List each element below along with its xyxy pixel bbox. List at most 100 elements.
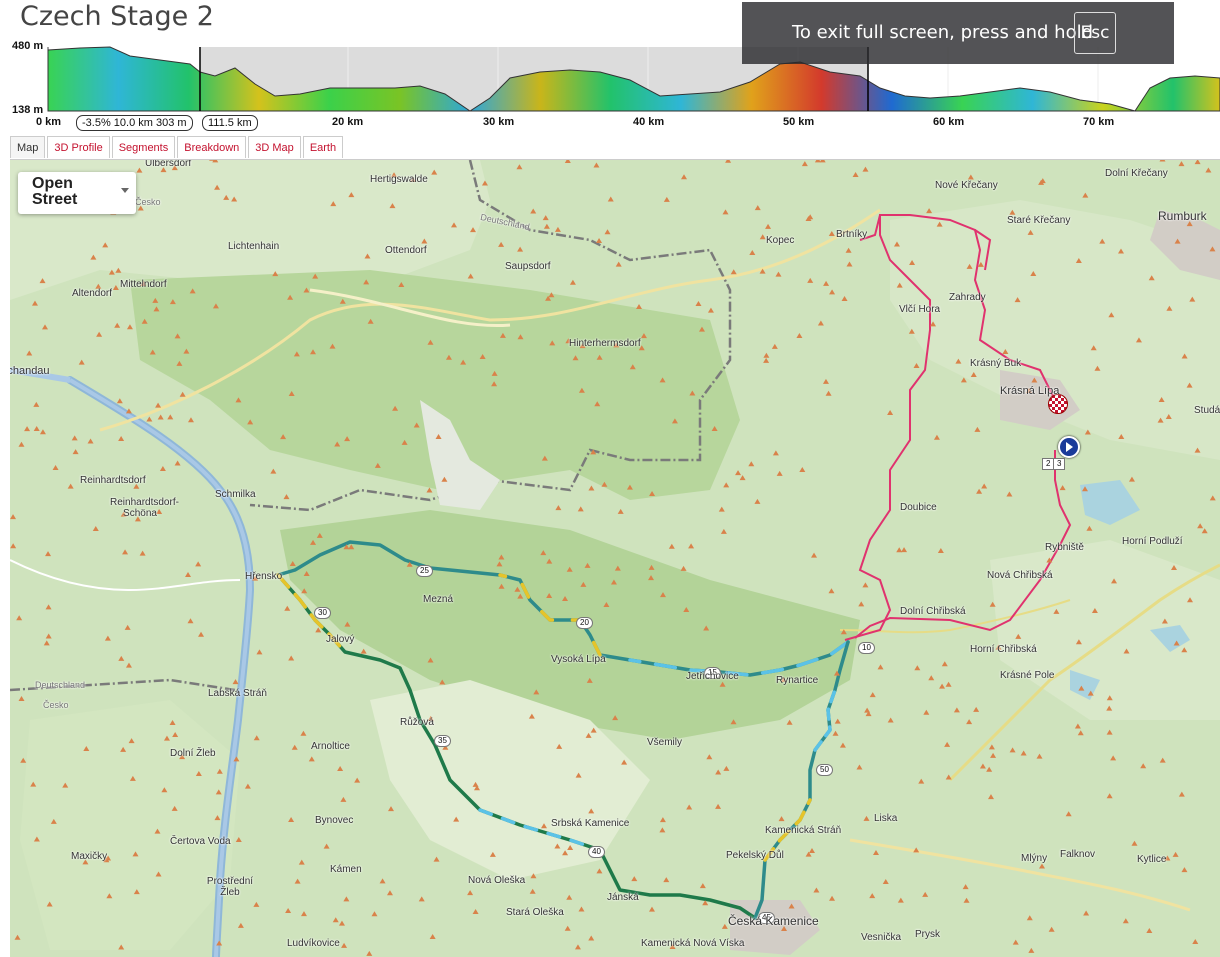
map-layer-select[interactable]: Open Street: [18, 172, 136, 214]
place-label: Saupsdorf: [505, 261, 551, 272]
km-marker: 35: [434, 735, 451, 747]
place-label: Jalový: [326, 634, 355, 645]
place-label: Ulbersdorf: [145, 159, 192, 169]
place-label: Čertova Voda: [170, 836, 231, 847]
tab-3d-profile[interactable]: 3D Profile: [47, 136, 110, 158]
total-distance: 111.5 km: [202, 115, 258, 131]
place-label: Krásné Pole: [1000, 670, 1055, 681]
place-label: Mlýny: [1021, 853, 1048, 864]
profile-x-20: 20 km: [332, 116, 364, 128]
tab-segments[interactable]: Segments: [111, 136, 176, 158]
place-label: Dolní Žleb: [170, 748, 216, 759]
place-label: Nové Křečany: [935, 180, 998, 191]
segment-info: -3.5% 10.0 km 303 m: [76, 115, 193, 131]
profile-x-40: 40 km: [633, 116, 665, 128]
finish-flag-icon[interactable]: [1048, 394, 1068, 414]
km-marker: 10: [858, 642, 875, 654]
place-label: Česko: [135, 197, 161, 207]
place-label: Staré Křečany: [1007, 215, 1071, 226]
place-label: Prostřední Žleb: [206, 876, 254, 898]
place-label: Prysk: [915, 929, 940, 940]
place-label: Mezná: [423, 594, 454, 605]
place-label: Vesnička: [861, 932, 902, 943]
map-layer-label: Open Street: [32, 175, 78, 208]
km-marker: 30: [314, 607, 331, 619]
place-label: Všemily: [647, 737, 683, 748]
place-label: Kamenická Nová Víska: [641, 938, 745, 949]
place-label: Hřensko: [245, 571, 283, 582]
tab-map[interactable]: Map: [10, 136, 46, 158]
place-label: Vysoká Lípa: [551, 654, 606, 665]
peak-icon: [1159, 160, 1166, 162]
place-label: Vlčí Hora: [899, 304, 941, 315]
place-label: Růžová: [400, 717, 434, 728]
place-label: Horní Chřibská: [970, 644, 1037, 655]
start-play-icon[interactable]: [1058, 436, 1080, 458]
place-label: Rumburk: [1158, 209, 1207, 223]
chevron-down-icon: [121, 188, 129, 193]
place-label: Dolní Chřibská: [900, 606, 966, 617]
place-label: Maxičky: [71, 851, 108, 862]
profile-ymax: 480 m: [12, 40, 44, 52]
place-label: Zahrady: [949, 292, 986, 303]
place-label: Jetřichovice: [686, 671, 739, 682]
place-label: Česká Kamenice: [728, 914, 819, 928]
view-tabs: Map 3D Profile Segments Breakdown 3D Map…: [10, 136, 344, 158]
place-label: Krásný Buk: [970, 358, 1022, 369]
place-label: Kopec: [766, 235, 795, 246]
place-label: Arnoltice: [311, 741, 350, 752]
place-label: Falknov: [1060, 849, 1096, 860]
km-marker: 20: [576, 617, 593, 629]
place-label: Mittelndorf: [120, 279, 167, 290]
fullscreen-notice-text: To exit full screen, press and hold: [792, 22, 1094, 43]
profile-x-0: 0 km: [36, 116, 62, 128]
place-label: Rybniště: [1045, 542, 1084, 553]
place-label: Altendorf: [72, 288, 113, 299]
place-label: Dolní Křečany: [1105, 168, 1168, 179]
profile-x-50: 50 km: [783, 116, 815, 128]
place-label: Doubice: [900, 502, 937, 513]
place-label: Ottendorf: [385, 245, 427, 256]
place-label: Liska: [874, 813, 898, 824]
place-label: Lichtenhain: [228, 241, 280, 252]
place-label: Krásná Lípa: [1000, 385, 1060, 397]
place-label: Ludvíkovice: [287, 938, 340, 949]
place-label: Srbská Kamenice: [551, 818, 630, 829]
place-label: Schmilka: [215, 489, 256, 500]
place-label: Jánská: [607, 892, 639, 903]
place-label: Kytlice: [1137, 854, 1167, 865]
km-marker: 50: [816, 764, 833, 776]
map-view[interactable]: Open Street 25 20 15 10 30 35 40 45 50 2…: [10, 159, 1220, 957]
place-label: Reinhardtsdorf: [80, 475, 146, 486]
place-label: Pekelský Důl: [726, 850, 784, 861]
place-label: Reinhardtsdorf-Schöna: [110, 497, 179, 519]
profile-x-70: 70 km: [1083, 116, 1115, 128]
page-title: Czech Stage 2: [20, 1, 214, 32]
place-label: Česko: [43, 700, 69, 710]
place-label: Deutschland: [35, 680, 86, 690]
place-label: Horní Podluží: [1122, 536, 1183, 547]
place-label: Hinterhermsdorf: [569, 338, 641, 349]
place-label: Labská Stráň: [208, 688, 267, 699]
tab-3d-map[interactable]: 3D Map: [248, 136, 301, 158]
tab-earth[interactable]: Earth: [302, 136, 344, 158]
place-label: Kámen: [330, 864, 362, 875]
place-label: Brtníky: [836, 229, 868, 240]
place-label: Hertigswalde: [370, 174, 428, 185]
place-label: Bynovec: [315, 815, 354, 826]
profile-x-30: 30 km: [483, 116, 515, 128]
place-label: Nová Chřibská: [987, 570, 1053, 581]
place-label: Rynartice: [776, 675, 819, 686]
fullscreen-notice: To exit full screen, press and hold Esc: [742, 2, 1174, 64]
place-label: Nová Oleška: [468, 875, 526, 886]
profile-ymin: 138 m: [12, 104, 44, 116]
tab-breakdown[interactable]: Breakdown: [177, 136, 247, 158]
km-marker: 25: [416, 565, 433, 577]
profile-x-60: 60 km: [933, 116, 965, 128]
place-label: Stará Oleška: [506, 907, 564, 918]
place-label: Kamenická Stráň: [765, 825, 842, 836]
km-marker: 40: [588, 846, 605, 858]
place-label: Schandau: [10, 365, 50, 377]
place-label: Studánka: [1194, 405, 1220, 416]
esc-key: Esc: [1074, 12, 1116, 54]
